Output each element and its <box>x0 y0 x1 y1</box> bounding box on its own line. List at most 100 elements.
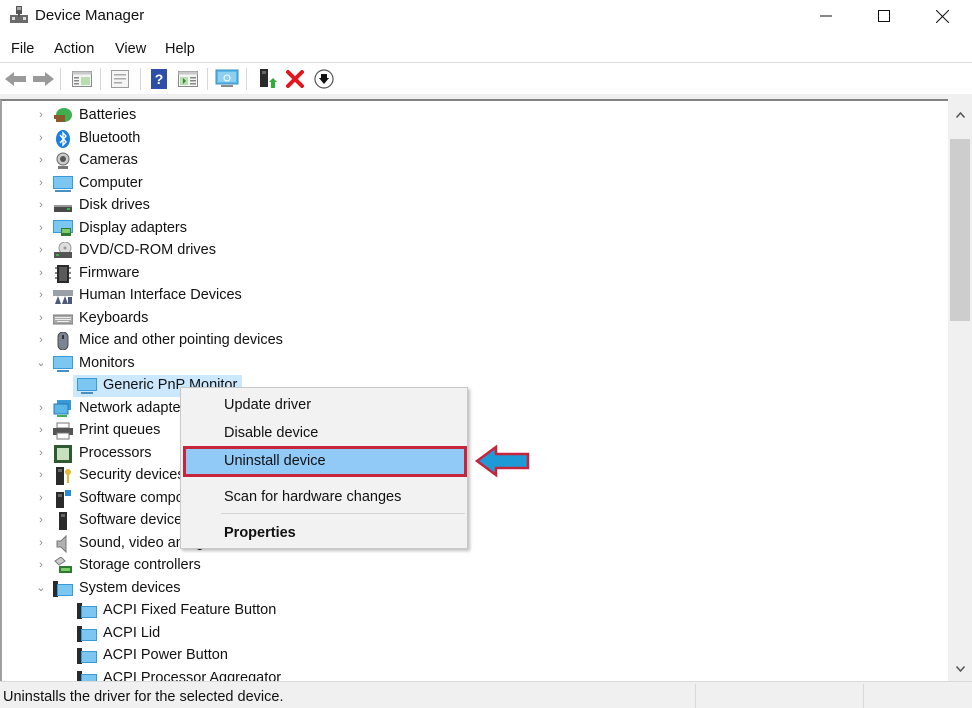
uninstall-button[interactable] <box>283 67 307 91</box>
tree-node-bluetooth[interactable]: › Bluetooth <box>2 128 942 150</box>
battery-icon <box>54 108 72 122</box>
chevron-right-icon[interactable]: › <box>36 536 46 550</box>
menu-help[interactable]: Help <box>165 41 195 57</box>
firmware-icon <box>55 265 71 283</box>
toolbar-separator <box>207 68 208 90</box>
tree-node-firmware[interactable]: › Firmware <box>2 263 942 285</box>
scroll-up-button[interactable] <box>948 103 972 127</box>
chevron-right-icon[interactable]: › <box>36 108 46 122</box>
chevron-right-icon[interactable]: › <box>36 153 46 167</box>
chevron-right-icon[interactable]: › <box>36 513 46 527</box>
chevron-right-icon[interactable]: › <box>36 401 46 415</box>
tree-node-acpi-lid[interactable]: ACPI Lid <box>2 623 942 645</box>
menu-file[interactable]: File <box>11 41 34 57</box>
tree-node-storage-controllers[interactable]: › Storage controllers <box>2 555 942 577</box>
tree-node-system-devices[interactable]: ⌄ System devices <box>2 578 942 600</box>
disable-device-button[interactable] <box>312 67 336 91</box>
chevron-right-icon[interactable]: › <box>36 198 46 212</box>
toolbar: ? <box>0 62 972 94</box>
console-tree-icon <box>72 71 92 87</box>
scan-hardware-button[interactable] <box>215 67 239 91</box>
computer-icon <box>53 176 73 192</box>
chevron-right-icon[interactable]: › <box>36 266 46 280</box>
console-tree-button[interactable] <box>70 67 94 91</box>
chevron-right-icon[interactable]: › <box>36 311 46 325</box>
menu-item-scan-hardware[interactable]: Scan for hardware changes <box>184 484 466 510</box>
menu-item-uninstall-device[interactable]: Uninstall device <box>183 446 467 477</box>
chevron-right-icon[interactable]: › <box>36 333 46 347</box>
status-divider <box>695 684 696 708</box>
tree-node-display-adapters[interactable]: › Display adapters <box>2 218 942 240</box>
tree-node-label: Human Interface Devices <box>79 287 242 303</box>
action-pane-button[interactable] <box>176 67 200 91</box>
vertical-scrollbar[interactable] <box>948 99 972 681</box>
scroll-down-button[interactable] <box>948 657 972 681</box>
tree-node-label: Software devices <box>79 512 190 528</box>
properties-button[interactable] <box>108 67 132 91</box>
tree-node-software-devices[interactable]: › Software devices <box>2 510 942 532</box>
chevron-right-icon[interactable]: › <box>36 131 46 145</box>
tree-node-acpi-power-button[interactable]: ACPI Power Button <box>2 645 942 667</box>
minimize-button[interactable] <box>797 0 855 32</box>
tree-node-acpi-processor-aggregator[interactable]: ACPI Processor Aggregator <box>2 668 942 681</box>
tree-node-hid[interactable]: › Human Interface Devices <box>2 285 942 307</box>
tree-node-label: Security devices <box>79 467 185 483</box>
chevron-right-icon[interactable]: › <box>36 491 46 505</box>
tree-node-mice[interactable]: › Mice and other pointing devices <box>2 330 942 352</box>
help-icon: ? <box>151 69 167 89</box>
tree-node-processors[interactable]: › Processors <box>2 443 942 465</box>
tree-node-label: Firmware <box>79 265 140 281</box>
tree-node-label: ACPI Processor Aggregator <box>103 670 282 681</box>
menu-item-update-driver[interactable]: Update driver <box>184 392 466 418</box>
tree-node-security-devices[interactable]: › Security devices <box>2 465 942 487</box>
tree-node-dvd-drives[interactable]: › DVD/CD-ROM drives <box>2 240 942 262</box>
mouse-icon <box>57 332 69 350</box>
tree-node-label: Computer <box>79 175 143 191</box>
hid-icon <box>53 290 73 304</box>
menu-item-disable-device[interactable]: Disable device <box>184 420 466 446</box>
menu-item-properties[interactable]: Properties <box>184 520 466 546</box>
maximize-icon <box>878 10 890 22</box>
chevron-down-icon[interactable]: ⌄ <box>36 356 46 370</box>
tree-node-label: Mice and other pointing devices <box>79 332 283 348</box>
tree-node-computer[interactable]: › Computer <box>2 173 942 195</box>
action-pane-icon <box>178 71 198 87</box>
system-device-icon <box>77 626 97 642</box>
tree-node-acpi-fixed-feature-button[interactable]: ACPI Fixed Feature Button <box>2 600 942 622</box>
chevron-right-icon[interactable]: › <box>36 221 46 235</box>
title-bar: Device Manager <box>0 0 972 34</box>
tree-node-print-queues[interactable]: › Print queues <box>2 420 942 442</box>
status-text: Uninstalls the driver for the selected d… <box>3 689 284 705</box>
printer-icon <box>53 422 73 440</box>
close-button[interactable] <box>913 0 971 32</box>
tree-node-generic-pnp-monitor[interactable]: Generic PnP Monitor <box>2 375 942 397</box>
tree-node-cameras[interactable]: › Cameras <box>2 150 942 172</box>
tree-node-label: Disk drives <box>79 197 150 213</box>
tree-node-monitors[interactable]: ⌄ Monitors <box>2 353 942 375</box>
chevron-right-icon[interactable]: › <box>36 243 46 257</box>
back-button[interactable] <box>4 67 28 91</box>
keyboard-icon <box>53 314 73 325</box>
tree-node-disk-drives[interactable]: › Disk drives <box>2 195 942 217</box>
tree-node-batteries[interactable]: › Batteries <box>2 105 942 127</box>
help-button[interactable]: ? <box>147 67 171 91</box>
chevron-right-icon[interactable]: › <box>36 446 46 460</box>
update-driver-button[interactable] <box>256 67 280 91</box>
tree-node-label: Keyboards <box>79 310 149 326</box>
chevron-right-icon[interactable]: › <box>36 558 46 572</box>
chevron-right-icon[interactable]: › <box>36 423 46 437</box>
tree-node-sound-video[interactable]: › Sound, video and game controllers <box>2 533 942 555</box>
chevron-right-icon[interactable]: › <box>36 176 46 190</box>
scroll-thumb[interactable] <box>950 139 970 321</box>
chevron-right-icon[interactable]: › <box>36 468 46 482</box>
chevron-down-icon[interactable]: ⌄ <box>36 581 46 595</box>
chevron-right-icon[interactable]: › <box>36 288 46 302</box>
menu-action[interactable]: Action <box>54 41 94 57</box>
tree-node-software-components[interactable]: › Software components <box>2 488 942 510</box>
tree-node-network-adapters[interactable]: › Network adapters <box>2 398 942 420</box>
forward-button[interactable] <box>31 67 55 91</box>
tree-node-keyboards[interactable]: › Keyboards <box>2 308 942 330</box>
system-device-icon <box>77 603 97 619</box>
maximize-button[interactable] <box>855 0 913 32</box>
menu-view[interactable]: View <box>115 41 146 57</box>
